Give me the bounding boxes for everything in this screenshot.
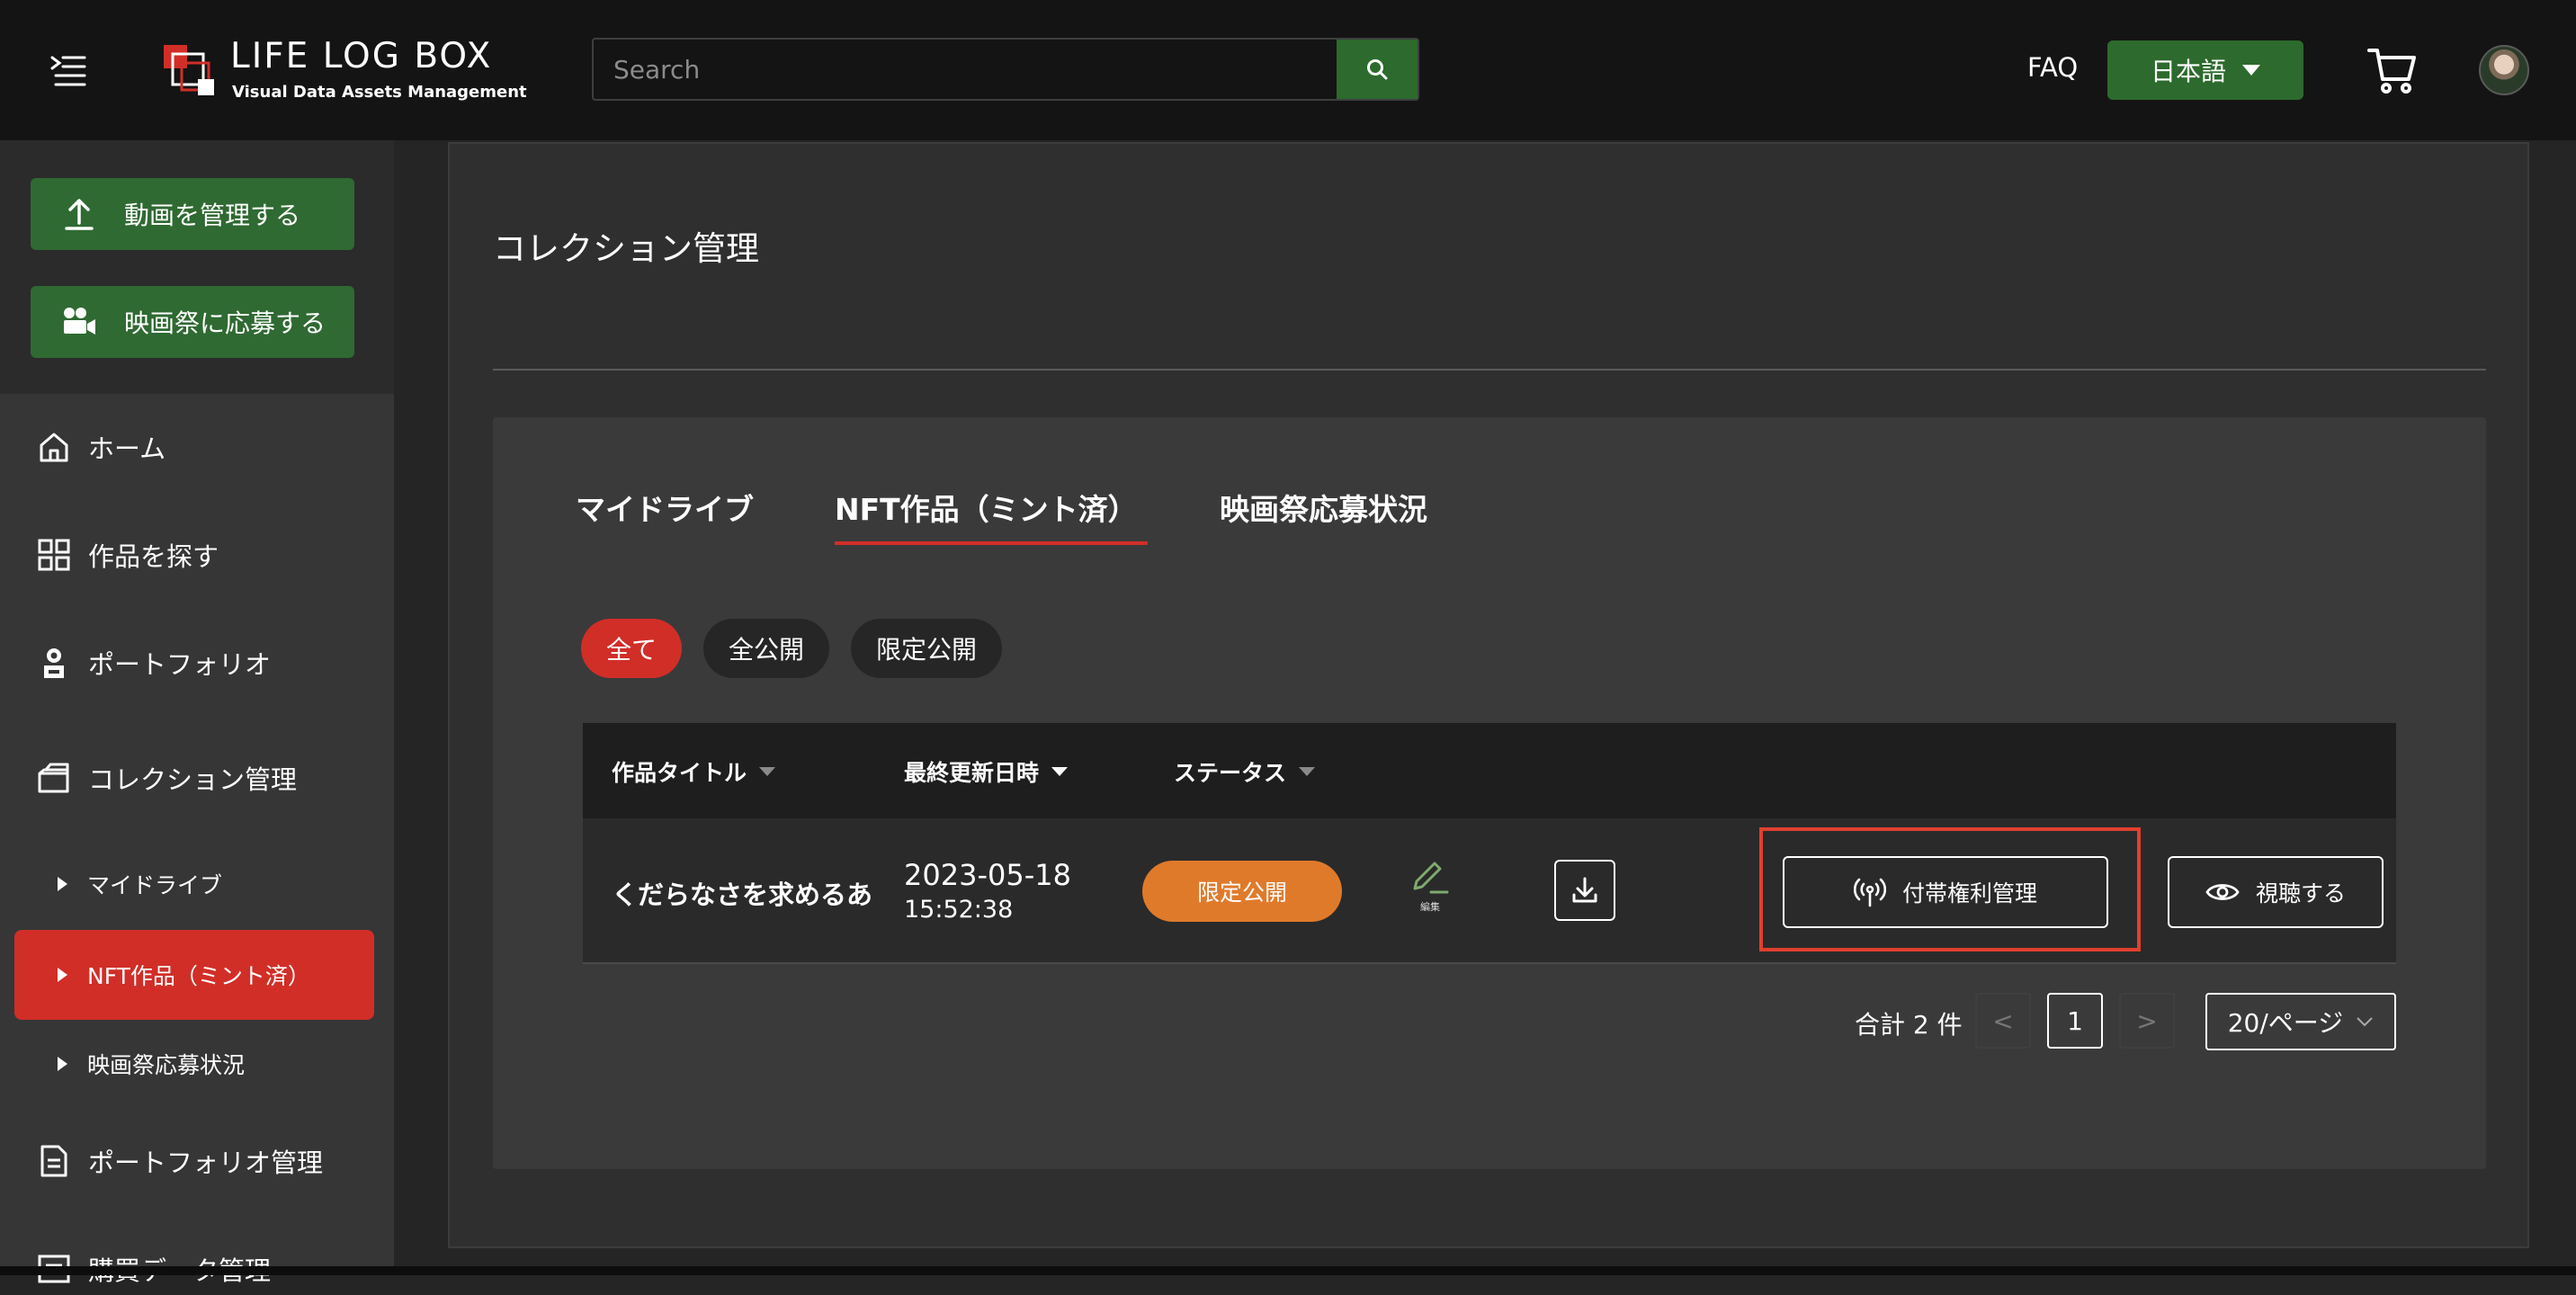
- sidebar-item-portfolio[interactable]: ポートフォリオ: [0, 637, 394, 689]
- sidebar-subitem-label: NFT作品（ミント済）: [87, 963, 310, 989]
- logo-subtitle: Visual Data Assets Management: [232, 83, 527, 102]
- home-icon: [36, 430, 72, 464]
- caret-right-icon: [58, 877, 67, 891]
- search-button[interactable]: [1337, 40, 1418, 99]
- edit-label: 編集: [1420, 901, 1440, 913]
- chevron-down-icon: [2357, 1017, 2373, 1027]
- sidebar-item-label: コレクション管理: [88, 764, 298, 795]
- page-number[interactable]: 1: [2047, 993, 2103, 1049]
- language-select[interactable]: 日本語: [2107, 40, 2303, 100]
- updated-date: 2023-05-18: [904, 858, 1071, 892]
- rights-management-button[interactable]: 付帯権利管理: [1783, 856, 2108, 928]
- logo-title[interactable]: LIFE LOG BOX: [230, 36, 492, 76]
- sidebar-item-label: ポートフォリオ管理: [88, 1148, 324, 1178]
- language-label: 日本語: [2150, 57, 2226, 86]
- status-badge: 限定公開: [1142, 861, 1342, 922]
- filter-public-chip[interactable]: 全公開: [703, 619, 829, 678]
- sort-icon: [1299, 767, 1316, 776]
- column-header-label: ステータス: [1174, 760, 1287, 786]
- edit-button[interactable]: 編集: [1403, 858, 1457, 915]
- view-button[interactable]: 視聴する: [2168, 856, 2384, 928]
- column-header-label: 作品タイトル: [612, 760, 747, 786]
- apply-film-festival-button[interactable]: 映画祭に応募する: [31, 286, 354, 358]
- view-label: 視聴する: [2255, 880, 2346, 906]
- divider: [493, 369, 2486, 371]
- tab-my-drive[interactable]: マイドライブ: [576, 486, 754, 529]
- collection-icon: [36, 761, 72, 795]
- sidebar-item-label: ポートフォリオ: [88, 649, 272, 680]
- badge-icon: [36, 646, 72, 680]
- sidebar-subitem-my-drive[interactable]: マイドライブ: [0, 862, 394, 906]
- bottom-edge: [0, 1266, 2576, 1275]
- sidebar-item-portfolio-manage[interactable]: ポートフォリオ管理: [0, 1135, 394, 1187]
- logo-icon[interactable]: [162, 43, 218, 99]
- video-camera-icon: [54, 307, 104, 337]
- faq-link[interactable]: FAQ: [2027, 52, 2078, 83]
- search-bar: [592, 38, 1419, 101]
- sidebar-subitem-nft-works[interactable]: NFT作品（ミント済）: [14, 930, 374, 1020]
- sidebar-item-label: 作品を探す: [88, 541, 219, 572]
- column-header-status[interactable]: ステータス: [1174, 755, 1316, 788]
- sidebar-item-collection[interactable]: コレクション管理: [0, 752, 394, 804]
- tab-nft-works[interactable]: NFT作品（ミント済）: [835, 486, 1138, 529]
- prev-page-button[interactable]: <: [1975, 993, 2031, 1049]
- grid-icon: [36, 538, 72, 572]
- active-tab-indicator: [835, 541, 1148, 545]
- column-header-title[interactable]: 作品タイトル: [612, 755, 776, 788]
- avatar[interactable]: [2479, 45, 2529, 95]
- tab-festival-status[interactable]: 映画祭応募状況: [1220, 486, 1427, 529]
- rights-management-label: 付帯権利管理: [1901, 880, 2037, 906]
- caret-right-icon: [58, 1057, 67, 1071]
- page-size-select[interactable]: 20/ページ: [2205, 993, 2396, 1050]
- sidebar-subitem-label: 映画祭応募状況: [87, 1052, 246, 1078]
- column-header-updated[interactable]: 最終更新日時: [904, 755, 1069, 788]
- column-header-label: 最終更新日時: [904, 760, 1040, 786]
- cart-icon[interactable]: [2366, 43, 2419, 97]
- eye-icon: [2205, 884, 2240, 900]
- filter-all-chip[interactable]: 全て: [581, 619, 682, 678]
- caret-down-icon: [2242, 65, 2260, 76]
- document-icon: [36, 1144, 72, 1178]
- next-page-button[interactable]: >: [2119, 993, 2175, 1049]
- filter-limited-chip[interactable]: 限定公開: [851, 619, 1002, 678]
- manage-video-label: 動画を管理する: [124, 201, 301, 230]
- table-header: [583, 723, 2396, 818]
- broadcast-icon: [1853, 878, 1886, 907]
- work-title[interactable]: くだらなさを求めるあ: [612, 874, 876, 912]
- sidebar-item-home[interactable]: ホーム: [0, 421, 394, 473]
- total-count: 合計 2 件: [1855, 1010, 1963, 1040]
- sort-icon: [759, 767, 776, 776]
- sidebar-item-label: ホーム: [88, 433, 166, 464]
- page-size-label: 20/ページ: [2227, 1008, 2344, 1038]
- search-input[interactable]: [594, 40, 1333, 99]
- sidebar-item-explore[interactable]: 作品を探す: [0, 529, 394, 581]
- sidebar-subitem-label: マイドライブ: [87, 872, 223, 898]
- upload-icon: [54, 196, 104, 232]
- updated-time: 15:52:38: [904, 896, 1014, 924]
- sidebar-subitem-festival-status[interactable]: 映画祭応募状況: [0, 1041, 394, 1086]
- download-icon: [1572, 877, 1597, 903]
- search-icon: [1367, 59, 1388, 80]
- menu-toggle-icon[interactable]: [43, 45, 94, 95]
- manage-video-button[interactable]: 動画を管理する: [31, 178, 354, 250]
- apply-film-festival-label: 映画祭に応募する: [124, 308, 326, 338]
- page-title: コレクション管理: [493, 229, 759, 268]
- sort-icon: [1051, 767, 1069, 776]
- caret-right-icon: [58, 968, 67, 982]
- download-button[interactable]: [1554, 860, 1615, 921]
- pencil-icon: [1413, 862, 1449, 894]
